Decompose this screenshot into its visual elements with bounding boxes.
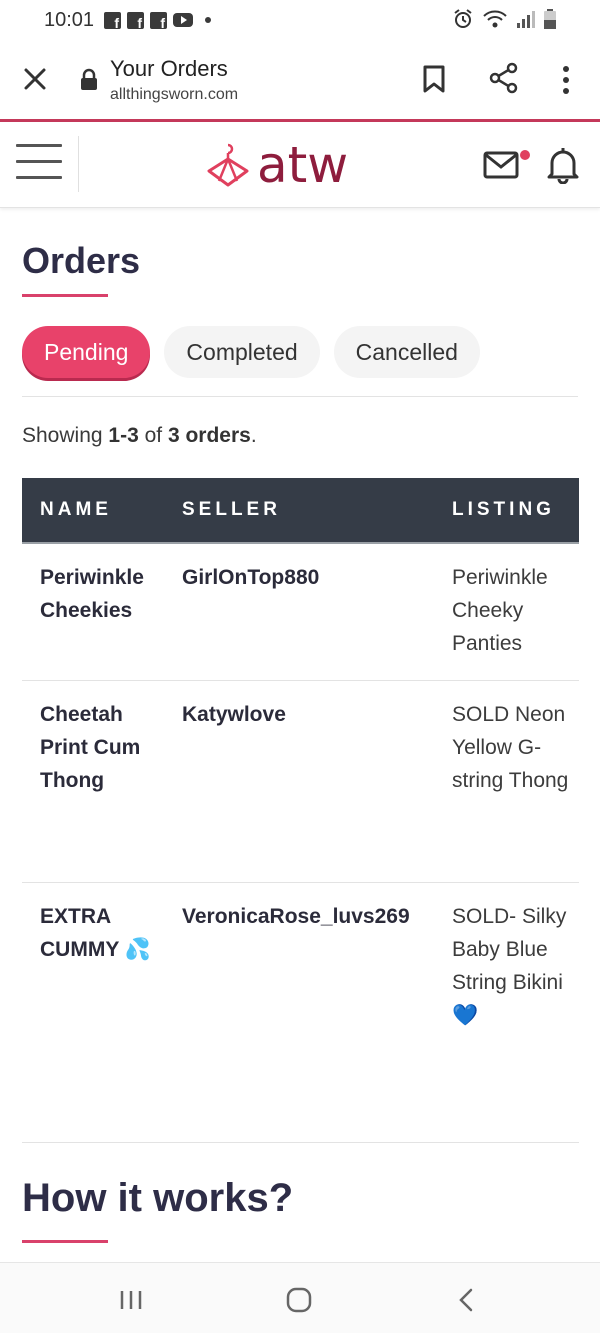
share-icon[interactable]	[488, 62, 520, 94]
back-icon[interactable]	[456, 1287, 476, 1313]
order-name[interactable]: EXTRA CUMMY 💦	[40, 900, 170, 966]
browser-toolbar: Your Orders allthingsworn.com	[0, 40, 600, 120]
android-nav-bar	[0, 1262, 600, 1333]
home-icon[interactable]	[286, 1287, 312, 1313]
alarm-icon	[454, 9, 472, 28]
tab-cancelled[interactable]: Cancelled	[333, 326, 480, 378]
order-name[interactable]: Periwinkle Cheekies	[40, 561, 170, 627]
menu-line	[16, 144, 62, 147]
wifi-icon	[483, 10, 507, 28]
showing-suffix: .	[250, 424, 257, 447]
order-name[interactable]: Cheetah Print Cum Thong	[40, 698, 170, 797]
showing-total: 3 orders	[167, 424, 251, 447]
order-seller[interactable]: GirlOnTop880	[182, 561, 319, 594]
signal-icon	[517, 11, 535, 28]
facebook-icon	[127, 11, 145, 31]
table-header: NAME SELLER LISTING	[22, 478, 579, 544]
status-time: 10:01	[44, 8, 95, 31]
column-header-listing[interactable]: LISTING	[452, 499, 555, 521]
table-row[interactable]: Cheetah Print Cum Thong Katywlove SOLD N…	[22, 681, 579, 883]
close-icon[interactable]	[20, 64, 50, 94]
tab-pending[interactable]: Pending	[22, 326, 151, 378]
showing-range: 1-3	[108, 424, 139, 447]
youtube-icon	[173, 13, 194, 27]
orders-table: NAME SELLER LISTING Periwinkle Cheekies …	[22, 478, 579, 1143]
more-notifications-icon	[205, 17, 212, 23]
showing-count: Showing 1-3 of 3 orders.	[22, 424, 257, 448]
order-listing[interactable]: SOLD Neon Yellow G-string Thong	[452, 698, 577, 797]
column-header-seller[interactable]: SELLER	[182, 499, 281, 521]
showing-middle: of	[138, 424, 168, 447]
header-divider	[78, 136, 79, 192]
heading-underline	[22, 1240, 108, 1243]
facebook-icon	[104, 11, 122, 31]
site-logo[interactable]: atw	[205, 136, 348, 194]
logo-text: atw	[257, 136, 349, 194]
order-status-tabs: Pending Completed Cancelled	[22, 326, 480, 378]
tab-completed[interactable]: Completed	[164, 326, 320, 378]
battery-icon	[544, 9, 556, 29]
bell-icon[interactable]	[546, 144, 580, 184]
system-icons	[452, 8, 556, 30]
order-listing[interactable]: Periwinkle Cheeky Panties	[452, 561, 577, 660]
notification-icons	[104, 11, 212, 31]
lock-icon	[81, 68, 97, 90]
facebook-icon	[150, 11, 168, 31]
how-it-works-heading: How it works?	[22, 1176, 294, 1220]
recents-icon[interactable]	[118, 1289, 144, 1311]
order-listing[interactable]: SOLD- Silky Baby Blue String Bikini 💙	[452, 900, 577, 1032]
hanger-logo-icon	[207, 143, 249, 187]
menu-line	[16, 176, 62, 179]
status-bar: 10:01	[0, 0, 600, 40]
page-title: Orders	[22, 240, 141, 281]
title-underline	[22, 294, 108, 297]
mail-icon[interactable]	[482, 148, 522, 182]
unread-dot	[520, 150, 530, 160]
bookmark-icon[interactable]	[420, 64, 448, 94]
divider	[22, 396, 578, 397]
showing-prefix: Showing	[22, 424, 109, 447]
order-seller[interactable]: VeronicaRose_luvs269	[182, 900, 410, 933]
table-row[interactable]: EXTRA CUMMY 💦 VeronicaRose_luvs269 SOLD-…	[22, 883, 579, 1143]
order-seller[interactable]: Katywlove	[182, 698, 286, 731]
column-header-name[interactable]: NAME	[40, 499, 112, 521]
site-header: atw	[0, 122, 600, 208]
menu-line	[16, 160, 62, 163]
page-title-url[interactable]: Your Orders	[110, 56, 228, 82]
hamburger-menu-button[interactable]	[16, 144, 62, 184]
more-options-icon[interactable]	[556, 64, 576, 96]
url-domain[interactable]: allthingsworn.com	[110, 86, 238, 104]
table-row[interactable]: Periwinkle Cheekies GirlOnTop880 Periwin…	[22, 544, 579, 681]
